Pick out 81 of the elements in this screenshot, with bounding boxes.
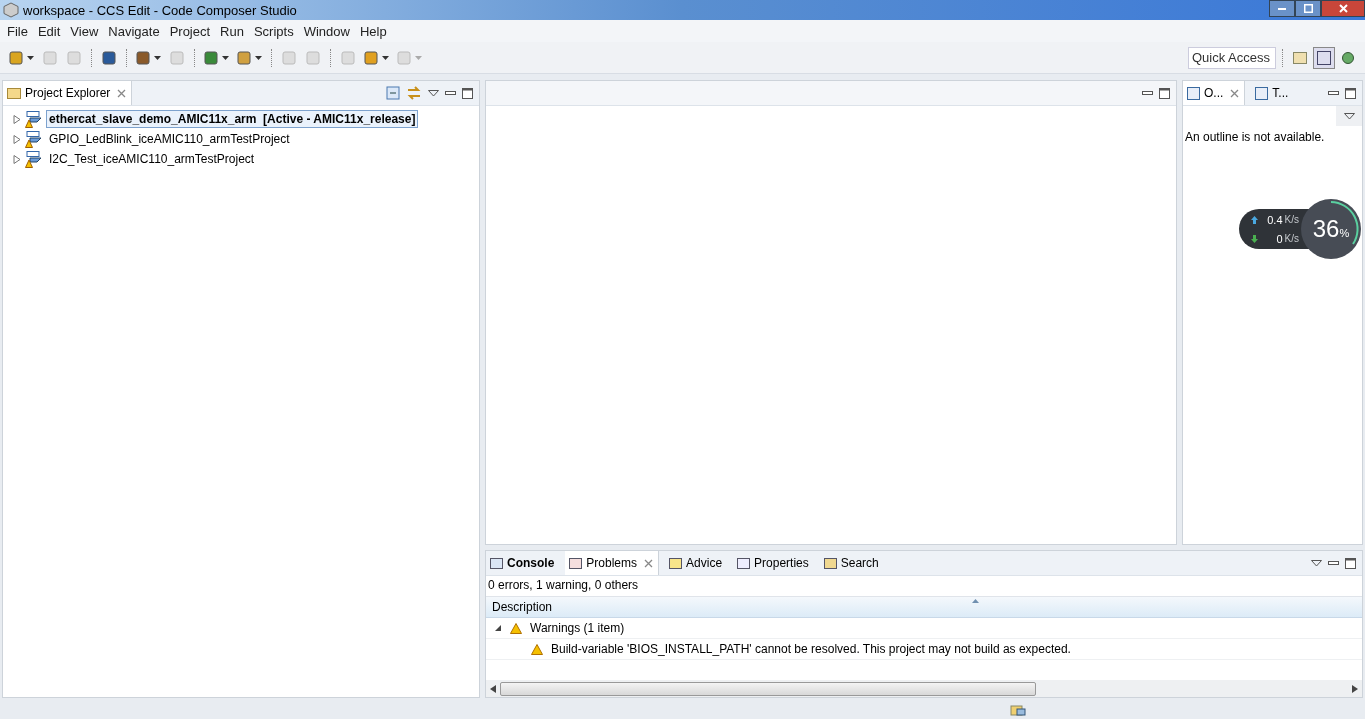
project-warning-icon: [25, 150, 42, 168]
speed-unit: K/s: [1284, 233, 1299, 244]
collapsed-arrow-icon[interactable]: [13, 154, 21, 164]
close-icon: [1338, 4, 1348, 13]
scrollbar-thumb[interactable]: [500, 682, 1036, 696]
minimize-icon: [1278, 7, 1286, 10]
view-menu-icon: [1343, 112, 1355, 120]
maximize-icon[interactable]: [462, 87, 473, 99]
window-icon: [1317, 50, 1331, 65]
problem-group[interactable]: Warnings (1 item): [530, 621, 625, 635]
menu-item[interactable]: Scripts: [248, 23, 299, 39]
horizontal-scrollbar[interactable]: [486, 681, 1362, 697]
view-menu-icon[interactable]: [1311, 559, 1322, 567]
speed-unit: K/s: [1284, 214, 1299, 225]
collapsed-arrow-icon[interactable]: [13, 134, 21, 144]
view-menu-icon[interactable]: [428, 89, 439, 97]
outline-message: An outline is not available.: [1184, 129, 1326, 146]
view-menu-button[interactable]: [1336, 106, 1362, 126]
warning-icon: [531, 643, 543, 655]
expanded-arrow-icon[interactable]: [494, 623, 502, 633]
view-tab[interactable]: O...: [1183, 81, 1246, 105]
minimize-icon[interactable]: [1142, 91, 1153, 95]
dropdown-arrow-icon: [255, 55, 262, 60]
menu-item[interactable]: Project: [164, 23, 216, 39]
view-tab[interactable]: T...: [1251, 81, 1294, 105]
collapse-all-icon[interactable]: [386, 86, 400, 100]
menu-item[interactable]: Run: [215, 23, 249, 39]
maximize-icon[interactable]: [1345, 557, 1356, 569]
scroll-right-icon[interactable]: [1352, 685, 1358, 693]
dropdown-arrow-icon: [27, 55, 34, 60]
collapsed-arrow-icon[interactable]: [13, 114, 21, 124]
close-icon[interactable]: [117, 88, 127, 98]
tab-label: Project Explorer: [25, 86, 111, 100]
download-speed: 0: [1276, 232, 1283, 245]
menu-item[interactable]: Help: [354, 23, 392, 39]
dropdown-arrow-icon: [382, 55, 389, 60]
panel-tab[interactable]: Problems: [565, 551, 660, 575]
project-warning-icon: [25, 130, 42, 148]
scroll-left-icon[interactable]: [490, 685, 496, 693]
panel-tab[interactable]: Search: [819, 551, 884, 575]
project-warning-icon: [25, 110, 42, 128]
dropdown-arrow-icon: [415, 55, 422, 60]
minimize-icon[interactable]: [1328, 561, 1339, 565]
link-arrows-icon[interactable]: [406, 86, 422, 100]
cpu-percent: 36: [1312, 215, 1340, 243]
menu-item[interactable]: Navigate: [103, 23, 165, 39]
menu-item[interactable]: Edit: [32, 23, 66, 39]
upload-arrow-icon: [1251, 215, 1258, 224]
project-item[interactable]: ethercat_slave_demo_AMIC11x_arm [Active - AMIC11x_release]: [46, 110, 419, 128]
project-item[interactable]: GPIO_LedBlink_iceAMIC110_armTestProject: [46, 130, 293, 148]
project-item[interactable]: I2C_Test_iceAMIC110_armTestProject: [46, 150, 258, 168]
column-header[interactable]: Description: [486, 597, 1362, 618]
upload-speed: 0.4: [1267, 213, 1283, 226]
quick-access-field[interactable]: Quick Access: [1188, 46, 1276, 69]
cube-icon: [3, 2, 19, 18]
menu-item[interactable]: Window: [298, 23, 355, 39]
panel-tab[interactable]: Advice: [665, 551, 728, 575]
window-title: workspace - CCS Edit - Code Composer Studio: [23, 2, 297, 18]
close-icon[interactable]: [1230, 88, 1240, 98]
maximize-icon[interactable]: [1345, 87, 1356, 99]
close-button[interactable]: [1321, 0, 1365, 17]
maximize-icon: [1303, 4, 1313, 13]
minimize-icon[interactable]: [445, 91, 456, 95]
maximize-button[interactable]: [1295, 0, 1321, 17]
problem-message[interactable]: Build-variable 'BIOS_INSTALL_PATH' cannot be resolved. This project may not build as expected.: [551, 642, 1071, 656]
menu-item[interactable]: View: [65, 23, 104, 39]
minimize-icon[interactable]: [1328, 91, 1339, 95]
warning-icon: [510, 622, 522, 634]
maximize-icon[interactable]: [1159, 87, 1170, 99]
project-explorer-tab[interactable]: Project Explorer: [3, 81, 133, 105]
minimize-button[interactable]: [1269, 0, 1295, 17]
download-arrow-icon: [1251, 234, 1258, 243]
menu-item[interactable]: File: [2, 23, 33, 39]
close-icon[interactable]: [644, 558, 654, 568]
dropdown-arrow-icon: [222, 55, 229, 60]
dropdown-arrow-icon: [154, 55, 161, 60]
edit-perspective-button[interactable]: [1313, 46, 1335, 69]
panel-tab[interactable]: Properties: [733, 551, 814, 575]
sort-arrow-icon: [972, 599, 979, 603]
panel-tab[interactable]: Console: [486, 551, 560, 575]
percent-unit: %: [1339, 227, 1350, 239]
